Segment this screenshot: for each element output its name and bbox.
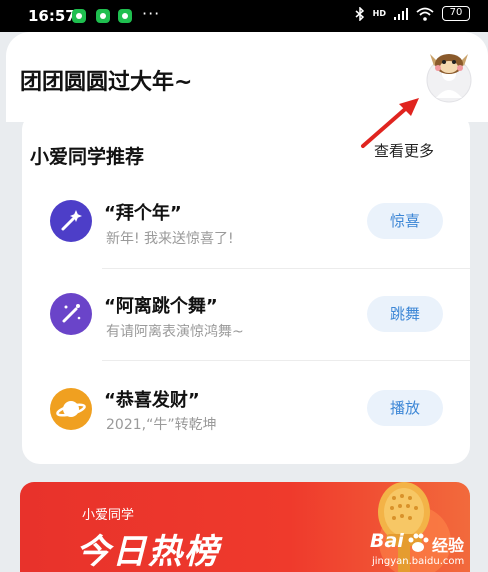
paw-icon (408, 533, 429, 552)
planet-icon (50, 388, 92, 430)
hot-list-title: 今日热榜 (76, 532, 220, 572)
item-title: “恭喜发财” (104, 390, 200, 411)
avatar[interactable] (424, 44, 474, 104)
surprise-button[interactable]: 惊喜 (367, 203, 443, 239)
watermark-url: jingyan.baidu.com (372, 556, 465, 567)
status-time: 16:57 (28, 7, 76, 25)
play-button[interactable]: 播放 (367, 390, 443, 426)
cow-avatar-icon (426, 54, 472, 103)
page-title: 团团圆圆过大年~ (20, 70, 193, 95)
app-screen: 团团圆圆过大年~ 小爱同学推荐 查看更多 “拜个年” 新年! 我来送惊喜了! 惊… (0, 32, 488, 572)
recommend-title: 小爱同学推荐 (30, 146, 145, 168)
wifi-icon (416, 7, 434, 21)
item-subtitle: 新年! 我来送惊喜了! (106, 231, 234, 247)
divider (102, 268, 470, 269)
watermark-label: 经验 (432, 536, 465, 555)
signal-icon (394, 7, 408, 20)
item-subtitle: 有请阿离表演惊鸿舞~ (106, 324, 244, 340)
hot-list-subtitle: 小爱同学 (82, 508, 135, 523)
wechat-notification-icon (118, 9, 132, 23)
more-notifications-icon: ··· (142, 4, 161, 23)
item-title: “拜个年” (104, 203, 182, 224)
item-title: “阿离跳个舞” (104, 296, 218, 317)
divider (102, 360, 470, 361)
watermark-logo: Bai (370, 530, 404, 552)
baidu-jingyan-watermark: Bai 经验 jingyan.baidu.com (370, 530, 480, 572)
item-subtitle: 2021,“牛”转乾坤 (106, 417, 217, 433)
magic-wand-icon (50, 200, 92, 242)
wechat-notification-icon (72, 9, 86, 23)
signal-hd-icon: HD (372, 8, 386, 18)
bluetooth-icon (355, 6, 364, 21)
annotation-arrow (355, 94, 425, 154)
wechat-notification-icon (96, 9, 110, 23)
status-bar: 16:57 ··· HD 70 (0, 0, 488, 32)
status-indicators: HD 70 (355, 6, 470, 21)
battery-icon: 70 (442, 6, 470, 21)
sparkle-wand-icon (50, 293, 92, 335)
dance-button[interactable]: 跳舞 (367, 296, 443, 332)
